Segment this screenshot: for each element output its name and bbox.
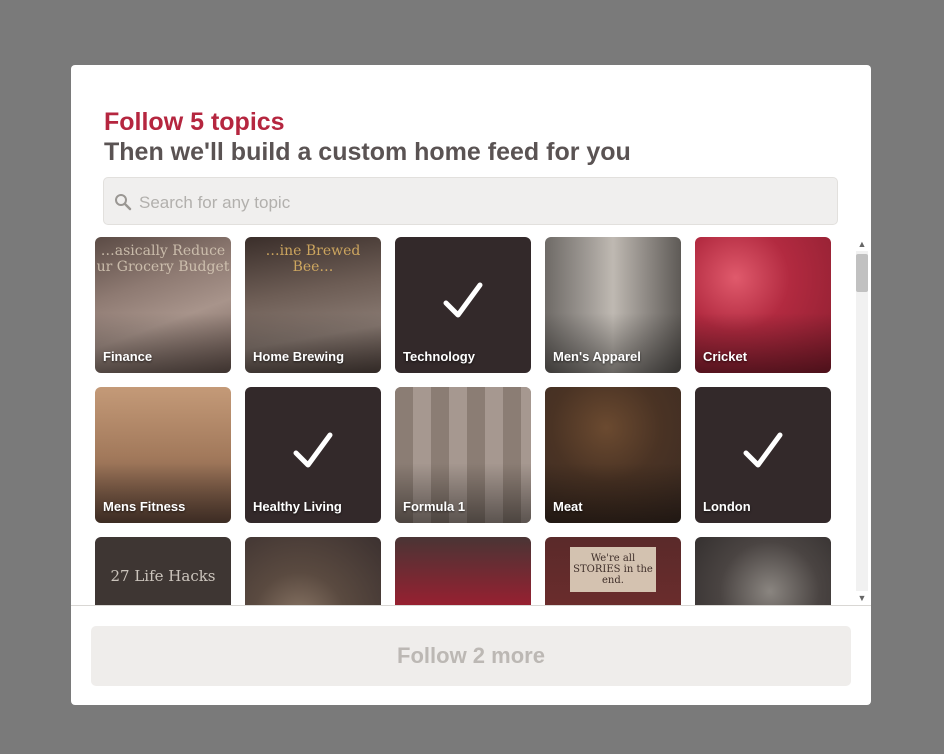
topic-image: [245, 537, 381, 605]
topic-label: Finance: [103, 349, 153, 364]
footer-divider: [71, 605, 871, 606]
scrollbar-track: [856, 251, 868, 591]
tile-shade: [245, 313, 381, 373]
topic-image-text: 27 Life Hacks: [110, 567, 216, 585]
topic-label: Formula 1: [403, 499, 466, 514]
topic-tile-cricket[interactable]: Cricket: [695, 237, 831, 373]
checkmark-icon: [743, 432, 783, 468]
topic-label: London: [703, 499, 751, 514]
dialog-subheading: Then we'll build a custom home feed for …: [104, 138, 631, 166]
topic-image-text: We're all STORIES in the end.: [570, 547, 656, 592]
chevron-up-icon[interactable]: ▲: [857, 239, 867, 249]
topic-grid-scrollbar[interactable]: ▲ ▼: [855, 237, 869, 605]
tile-shade: [395, 463, 531, 523]
follow-topics-dialog: Follow 5 topics Then we'll build a custo…: [71, 65, 871, 705]
topic-label: Cricket: [703, 349, 748, 364]
topic-label: Technology: [403, 349, 475, 364]
search-icon: [115, 194, 132, 211]
topic-tile-london[interactable]: London: [695, 387, 831, 523]
checkmark-icon: [443, 282, 483, 318]
tile-shade: [695, 313, 831, 373]
topic-tile-stories[interactable]: We're all STORIES in the end.: [545, 537, 681, 605]
topic-tile-formula-1[interactable]: Formula 1: [395, 387, 531, 523]
topic-label: Home Brewing: [253, 349, 345, 364]
topic-image: [695, 537, 831, 605]
topic-tile-mens-fitness[interactable]: Mens Fitness: [95, 387, 231, 523]
topic-tile-technology[interactable]: Technology: [395, 237, 531, 373]
topic-label: Mens Fitness: [103, 499, 186, 514]
topic-tile-finance[interactable]: …asically Reduce ur Grocery Budget Finan…: [95, 237, 231, 373]
topic-tile-cycling[interactable]: [695, 537, 831, 605]
scrollbar-thumb[interactable]: [856, 254, 868, 292]
topic-search-box[interactable]: [103, 177, 838, 225]
topic-image: [395, 537, 531, 605]
topic-tile-mens-apparel[interactable]: Men's Apparel: [545, 237, 681, 373]
topic-tile-football[interactable]: [395, 537, 531, 605]
chevron-down-icon[interactable]: ▼: [857, 593, 867, 603]
topic-label: Meat: [553, 499, 583, 514]
tile-shade: [95, 463, 231, 523]
topic-search-input[interactable]: [137, 187, 831, 219]
tile-shade: [545, 463, 681, 523]
topic-grid: …asically Reduce ur Grocery Budget Finan…: [95, 237, 853, 605]
topic-image-text: …asically Reduce ur Grocery Budget: [96, 243, 230, 275]
topic-tile-life-hacks[interactable]: 27 Life Hacks: [95, 537, 231, 605]
dialog-heading: Follow 5 topics: [104, 108, 285, 136]
topic-tile-coffee[interactable]: [245, 537, 381, 605]
topic-tile-meat[interactable]: Meat: [545, 387, 681, 523]
tile-shade: [545, 313, 681, 373]
topic-label: Healthy Living: [253, 499, 342, 514]
checkmark-icon: [293, 432, 333, 468]
tile-shade: [95, 313, 231, 373]
topic-tile-healthy-living[interactable]: Healthy Living: [245, 387, 381, 523]
topic-label: Men's Apparel: [553, 349, 641, 364]
follow-more-button[interactable]: Follow 2 more: [91, 626, 851, 686]
topic-image-text: …ine Brewed Bee…: [265, 243, 361, 275]
topic-tile-home-brewing[interactable]: …ine Brewed Bee… Home Brewing: [245, 237, 381, 373]
